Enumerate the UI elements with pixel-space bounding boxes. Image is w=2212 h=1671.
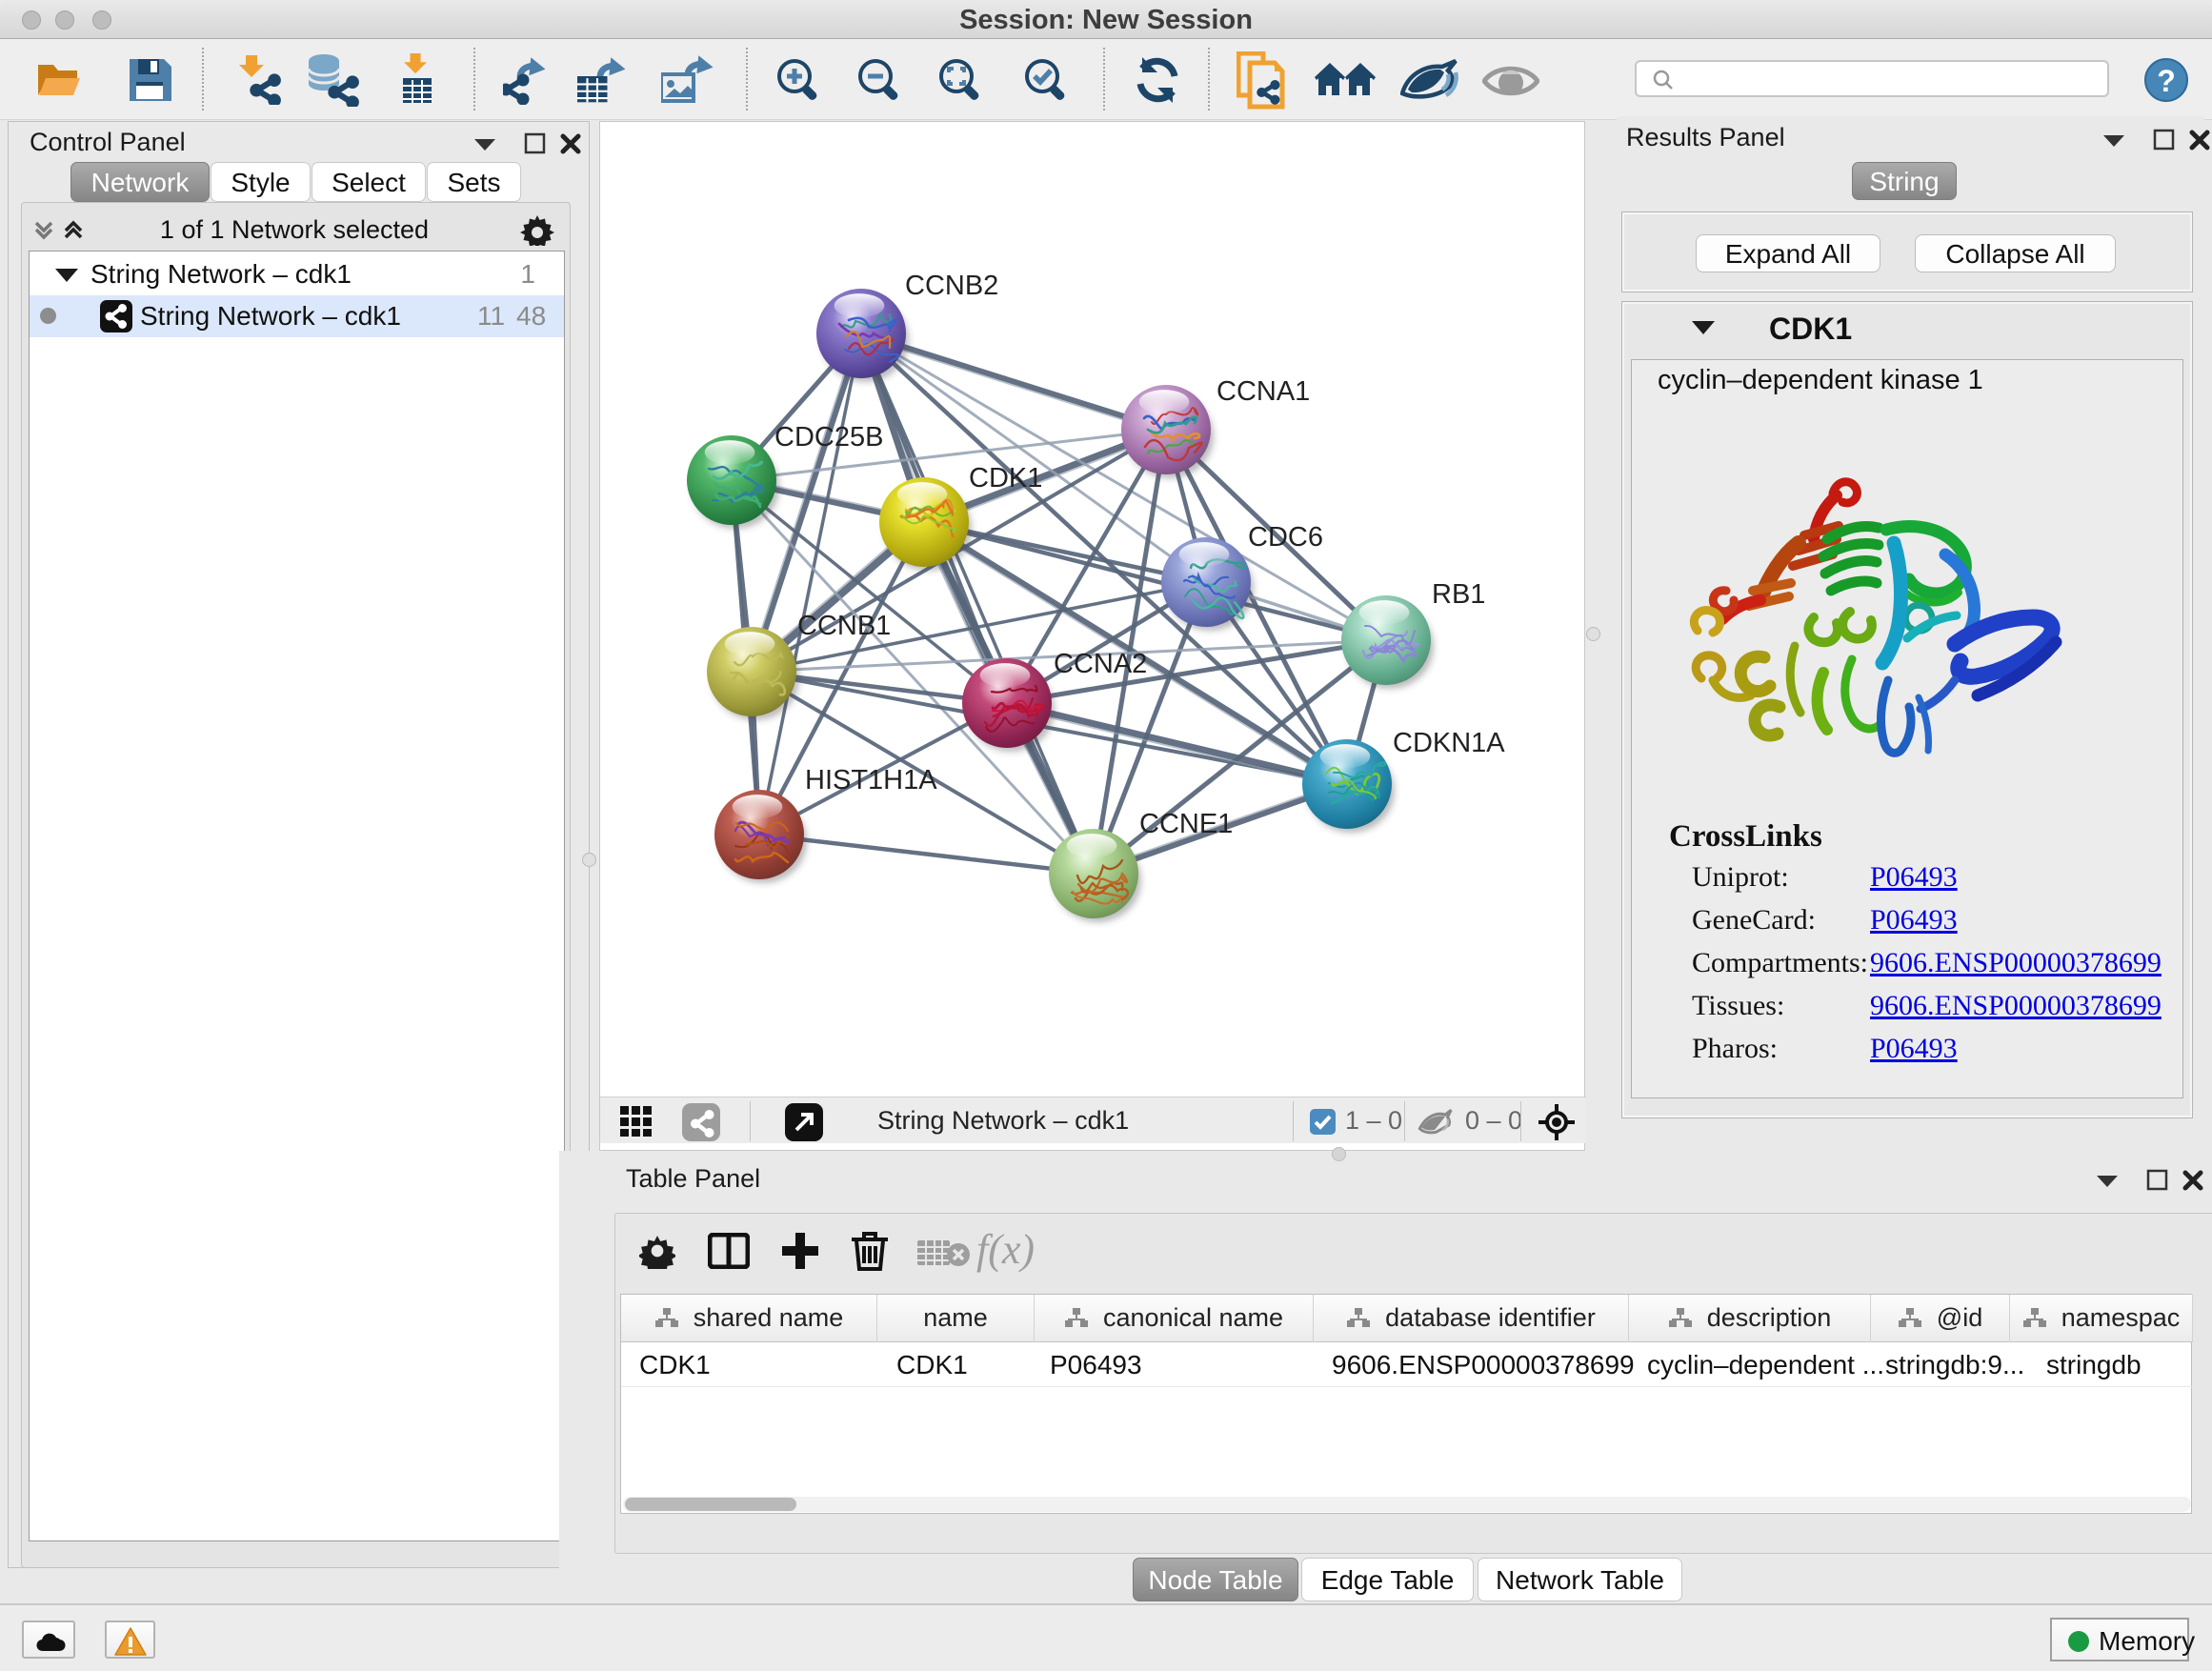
svg-text:CCNA2: CCNA2 xyxy=(1054,649,1147,679)
svg-text:CDKN1A: CDKN1A xyxy=(1393,728,1505,758)
svg-text:CDC25B: CDC25B xyxy=(774,422,883,453)
svg-text:HIST1H1A: HIST1H1A xyxy=(805,765,937,795)
svg-text:CCNB1: CCNB1 xyxy=(797,611,891,641)
svg-text:CCNB2: CCNB2 xyxy=(905,271,998,301)
svg-text:CDK1: CDK1 xyxy=(969,463,1042,493)
svg-text:CDC6: CDC6 xyxy=(1248,522,1323,553)
svg-text:RB1: RB1 xyxy=(1432,579,1485,610)
svg-text:CCNE1: CCNE1 xyxy=(1139,809,1233,839)
svg-text:CCNA1: CCNA1 xyxy=(1217,376,1310,407)
